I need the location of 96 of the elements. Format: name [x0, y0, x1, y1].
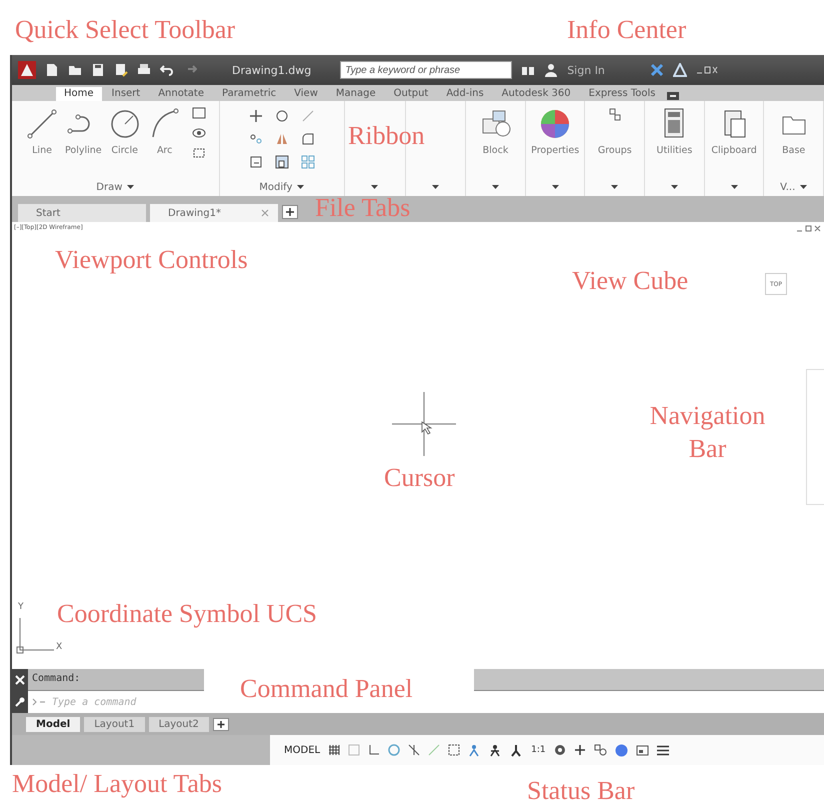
ribbon-tool-button[interactable]: Groups — [598, 107, 632, 156]
ribbon-tool-button[interactable]: Clipboard — [711, 107, 757, 156]
scale-icon[interactable] — [274, 155, 289, 169]
save-as-icon[interactable] — [114, 63, 128, 77]
dropdown-caret-icon[interactable] — [730, 185, 738, 189]
x-axis-label: X — [56, 642, 62, 652]
annotation-label: Model/ Layout Tabs — [12, 768, 222, 800]
viewport-window-icon[interactable] — [796, 225, 822, 232]
ribbon-tab[interactable]: Home — [56, 87, 102, 101]
annotation-label: View Cube — [572, 265, 688, 297]
panel-title[interactable]: Draw — [96, 182, 122, 192]
copy-icon[interactable] — [248, 132, 263, 146]
window-controls-icon[interactable] — [696, 65, 718, 75]
line-icon[interactable] — [25, 107, 60, 141]
dropdown-caret-icon[interactable] — [127, 185, 134, 189]
annotation-label: Viewport Controls — [55, 244, 248, 276]
model-space-button[interactable]: MODEL — [284, 744, 320, 756]
prompt-icon — [32, 698, 46, 706]
ortho-icon[interactable] — [368, 744, 380, 756]
stretch-icon[interactable] — [248, 155, 263, 169]
move-icon[interactable] — [248, 109, 263, 123]
isolate-icon[interactable] — [594, 744, 607, 756]
layout-tab[interactable]: Model — [26, 716, 80, 732]
layout-tab[interactable]: Layout2 — [148, 716, 209, 732]
annotation-scale-button[interactable]: 1:1 — [531, 745, 546, 755]
ribbon-tool-button[interactable]: Block — [478, 107, 512, 156]
annotation-label: Cursor — [384, 462, 455, 494]
mirror-icon[interactable] — [274, 132, 289, 146]
eye-icon[interactable] — [192, 127, 206, 139]
annotation-label: Command Panel — [240, 673, 413, 705]
plus-icon[interactable] — [574, 744, 586, 756]
wrench-icon[interactable] — [15, 697, 25, 707]
user-icon[interactable] — [544, 63, 558, 77]
ribbon-tool-button[interactable]: Circle — [108, 107, 142, 156]
command-history: Command: — [28, 669, 204, 691]
osnap-icon[interactable] — [408, 744, 420, 756]
annotation-label: Status Bar — [527, 775, 635, 807]
panel-title[interactable]: V... — [780, 182, 796, 192]
annotation-person-icon[interactable] — [489, 744, 502, 756]
ribbon-tab[interactable]: Express Tools — [580, 87, 664, 101]
ribbon-tab[interactable]: Autodesk 360 — [494, 87, 579, 101]
annotation-person-icon[interactable] — [510, 744, 524, 756]
dropdown-caret-icon[interactable] — [670, 185, 678, 189]
rotate-icon[interactable] — [274, 109, 289, 123]
file-tab[interactable]: Start — [18, 204, 146, 222]
new-file-icon[interactable] — [45, 63, 59, 77]
annotation-label: Info Center — [567, 14, 686, 46]
ribbon-tab[interactable]: Output — [386, 87, 436, 101]
ribbon-tab[interactable]: Insert — [104, 87, 148, 101]
y-axis-label: Y — [18, 602, 24, 612]
ribbon-tab[interactable]: Annotate — [150, 87, 212, 101]
selection-icon[interactable] — [448, 744, 460, 756]
folder-icon[interactable] — [68, 63, 82, 77]
annotation-label: Quick Select Toolbar — [15, 14, 236, 46]
print-icon[interactable] — [137, 63, 151, 77]
triangle-icon[interactable] — [672, 63, 687, 77]
sign-in-link[interactable]: Sign In — [567, 64, 605, 76]
dropdown-caret-icon[interactable] — [371, 185, 378, 189]
ribbon-tab[interactable]: Add-ins — [438, 87, 492, 101]
ribbon-tab[interactable]: Parametric — [214, 87, 284, 101]
ribbon-tab[interactable]: View — [286, 87, 326, 101]
ribbon-tool-button[interactable]: Properties — [531, 107, 580, 156]
ribbon-tool-button[interactable]: Utilities — [656, 107, 692, 156]
logo-icon[interactable] — [18, 61, 36, 79]
panel-title[interactable]: Modify — [259, 182, 292, 192]
save-icon[interactable] — [91, 63, 105, 77]
ribbon-tool-button[interactable]: Arc — [148, 107, 182, 156]
new-layout-icon[interactable] — [212, 718, 229, 730]
file-name: Drawing1.dwg — [232, 64, 312, 76]
new-tab-icon[interactable] — [282, 205, 298, 219]
dropdown-caret-icon[interactable] — [800, 185, 808, 189]
dropdown-caret-icon[interactable] — [297, 185, 304, 189]
annotation-label: Navigation Bar — [648, 400, 766, 464]
file-tab[interactable]: Drawing1* — [150, 204, 278, 222]
ribbon-tool-button[interactable]: Line — [25, 107, 60, 156]
menu-icon[interactable] — [656, 744, 669, 756]
annotation-label: Coordinate Symbol UCS — [57, 598, 318, 630]
fullscreen-icon[interactable] — [636, 744, 649, 756]
grid-icon[interactable] — [328, 744, 340, 756]
undo-icon[interactable] — [160, 63, 174, 77]
region-icon[interactable] — [192, 147, 206, 159]
track-icon[interactable] — [428, 744, 440, 756]
dropdown-caret-icon[interactable] — [492, 185, 499, 189]
rectangle-icon[interactable] — [192, 107, 206, 119]
fillet-icon[interactable] — [300, 132, 315, 146]
ribbon-tool-button[interactable]: Base — [776, 107, 811, 156]
ribbon-tool-button[interactable]: Polyline — [65, 107, 102, 156]
layout-tab[interactable]: Layout1 — [84, 716, 145, 732]
ribbon-tab[interactable]: Manage — [328, 87, 384, 101]
search-field[interactable]: Type a keyword or phrase — [340, 61, 512, 79]
annotation-label: Ribbon — [348, 120, 425, 152]
dropdown-caret-icon[interactable] — [552, 185, 559, 189]
dropdown-caret-icon[interactable] — [611, 185, 618, 189]
crosshair-cursor-icon — [392, 392, 456, 456]
annotation-label: File Tabs — [315, 192, 410, 224]
dropdown-caret-icon[interactable] — [432, 185, 439, 189]
